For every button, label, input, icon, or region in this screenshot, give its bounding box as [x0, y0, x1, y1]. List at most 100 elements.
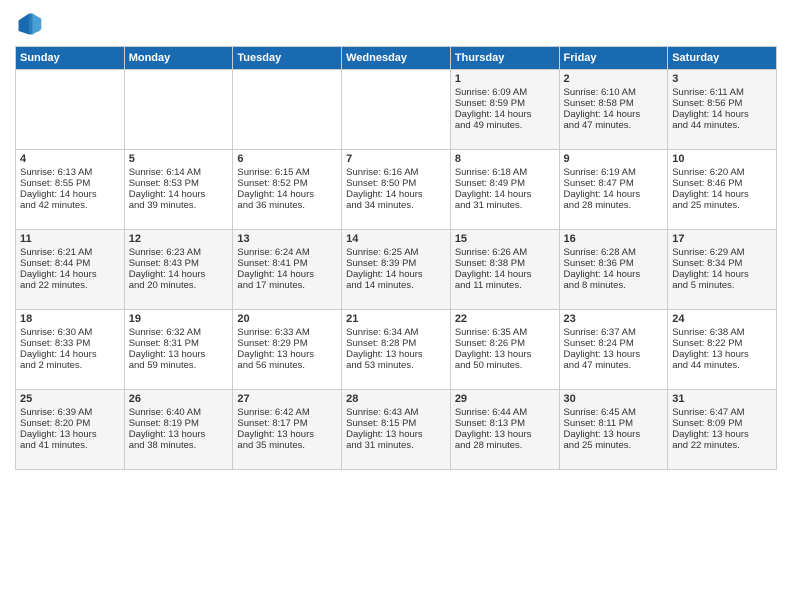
day-info: Daylight: 13 hours — [129, 429, 229, 440]
day-info: Daylight: 14 hours — [672, 269, 772, 280]
day-info: and 28 minutes. — [564, 200, 664, 211]
day-info: and 44 minutes. — [672, 360, 772, 371]
day-cell: 14Sunrise: 6:25 AMSunset: 8:39 PMDayligh… — [342, 230, 451, 310]
day-info: and 47 minutes. — [564, 120, 664, 131]
day-cell: 21Sunrise: 6:34 AMSunset: 8:28 PMDayligh… — [342, 310, 451, 390]
day-cell: 9Sunrise: 6:19 AMSunset: 8:47 PMDaylight… — [559, 150, 668, 230]
day-info: and 34 minutes. — [346, 200, 446, 211]
day-info: Sunrise: 6:29 AM — [672, 247, 772, 258]
col-monday: Monday — [124, 47, 233, 70]
day-info: Sunset: 8:20 PM — [20, 418, 120, 429]
day-info: and 11 minutes. — [455, 280, 555, 291]
day-info: Daylight: 13 hours — [455, 429, 555, 440]
day-info: Sunset: 8:49 PM — [455, 178, 555, 189]
day-info: and 20 minutes. — [129, 280, 229, 291]
day-info: Sunrise: 6:38 AM — [672, 327, 772, 338]
day-info: Sunrise: 6:09 AM — [455, 87, 555, 98]
day-info: Sunset: 8:47 PM — [564, 178, 664, 189]
day-info: Sunrise: 6:19 AM — [564, 167, 664, 178]
day-cell: 5Sunrise: 6:14 AMSunset: 8:53 PMDaylight… — [124, 150, 233, 230]
day-cell: 28Sunrise: 6:43 AMSunset: 8:15 PMDayligh… — [342, 390, 451, 470]
day-info: and 22 minutes. — [672, 440, 772, 451]
day-number: 27 — [237, 393, 337, 405]
day-info: Sunrise: 6:34 AM — [346, 327, 446, 338]
day-info: Sunrise: 6:44 AM — [455, 407, 555, 418]
day-info: Daylight: 14 hours — [346, 189, 446, 200]
day-info: and 25 minutes. — [672, 200, 772, 211]
day-info: Sunrise: 6:20 AM — [672, 167, 772, 178]
week-row-2: 4Sunrise: 6:13 AMSunset: 8:55 PMDaylight… — [16, 150, 777, 230]
day-info: Sunrise: 6:43 AM — [346, 407, 446, 418]
day-cell: 1Sunrise: 6:09 AMSunset: 8:59 PMDaylight… — [450, 70, 559, 150]
day-info: Sunset: 8:33 PM — [20, 338, 120, 349]
day-cell: 26Sunrise: 6:40 AMSunset: 8:19 PMDayligh… — [124, 390, 233, 470]
day-info: and 35 minutes. — [237, 440, 337, 451]
day-info: Sunrise: 6:15 AM — [237, 167, 337, 178]
day-info: Daylight: 13 hours — [129, 349, 229, 360]
week-row-3: 11Sunrise: 6:21 AMSunset: 8:44 PMDayligh… — [16, 230, 777, 310]
day-info: Sunset: 8:44 PM — [20, 258, 120, 269]
day-cell: 27Sunrise: 6:42 AMSunset: 8:17 PMDayligh… — [233, 390, 342, 470]
day-info: and 50 minutes. — [455, 360, 555, 371]
day-number: 5 — [129, 153, 229, 165]
day-info: Daylight: 13 hours — [672, 349, 772, 360]
day-info: Daylight: 13 hours — [20, 429, 120, 440]
day-number: 31 — [672, 393, 772, 405]
day-number: 20 — [237, 313, 337, 325]
day-cell: 30Sunrise: 6:45 AMSunset: 8:11 PMDayligh… — [559, 390, 668, 470]
day-cell: 18Sunrise: 6:30 AMSunset: 8:33 PMDayligh… — [16, 310, 125, 390]
day-number: 21 — [346, 313, 446, 325]
header-row: Sunday Monday Tuesday Wednesday Thursday… — [16, 47, 777, 70]
logo — [15, 10, 47, 38]
day-info: and 17 minutes. — [237, 280, 337, 291]
calendar-body: 1Sunrise: 6:09 AMSunset: 8:59 PMDaylight… — [16, 70, 777, 470]
day-info: Daylight: 14 hours — [455, 269, 555, 280]
day-info: and 28 minutes. — [455, 440, 555, 451]
day-info: Sunset: 8:26 PM — [455, 338, 555, 349]
day-info: Sunrise: 6:32 AM — [129, 327, 229, 338]
day-cell: 19Sunrise: 6:32 AMSunset: 8:31 PMDayligh… — [124, 310, 233, 390]
day-info: and 53 minutes. — [346, 360, 446, 371]
day-info: Sunrise: 6:23 AM — [129, 247, 229, 258]
day-info: Sunset: 8:13 PM — [455, 418, 555, 429]
day-info: Sunset: 8:31 PM — [129, 338, 229, 349]
day-info: Sunrise: 6:26 AM — [455, 247, 555, 258]
day-info: and 22 minutes. — [20, 280, 120, 291]
day-info: Daylight: 14 hours — [564, 269, 664, 280]
week-row-5: 25Sunrise: 6:39 AMSunset: 8:20 PMDayligh… — [16, 390, 777, 470]
day-cell — [342, 70, 451, 150]
day-number: 23 — [564, 313, 664, 325]
header — [15, 10, 777, 38]
day-info: Sunrise: 6:25 AM — [346, 247, 446, 258]
day-info: Sunset: 8:36 PM — [564, 258, 664, 269]
day-number: 8 — [455, 153, 555, 165]
day-info: Sunset: 8:58 PM — [564, 98, 664, 109]
day-info: Daylight: 14 hours — [237, 189, 337, 200]
day-info: Daylight: 14 hours — [455, 189, 555, 200]
day-cell — [16, 70, 125, 150]
day-number: 26 — [129, 393, 229, 405]
day-number: 30 — [564, 393, 664, 405]
day-info: and 5 minutes. — [672, 280, 772, 291]
day-number: 16 — [564, 233, 664, 245]
col-saturday: Saturday — [668, 47, 777, 70]
day-cell: 6Sunrise: 6:15 AMSunset: 8:52 PMDaylight… — [233, 150, 342, 230]
day-cell: 2Sunrise: 6:10 AMSunset: 8:58 PMDaylight… — [559, 70, 668, 150]
day-cell: 12Sunrise: 6:23 AMSunset: 8:43 PMDayligh… — [124, 230, 233, 310]
day-number: 6 — [237, 153, 337, 165]
col-friday: Friday — [559, 47, 668, 70]
day-info: Daylight: 14 hours — [672, 189, 772, 200]
day-info: and 14 minutes. — [346, 280, 446, 291]
day-info: Daylight: 14 hours — [20, 189, 120, 200]
day-info: Daylight: 14 hours — [20, 269, 120, 280]
page: Sunday Monday Tuesday Wednesday Thursday… — [0, 0, 792, 612]
day-number: 29 — [455, 393, 555, 405]
day-number: 11 — [20, 233, 120, 245]
day-info: Sunrise: 6:18 AM — [455, 167, 555, 178]
day-info: Sunrise: 6:40 AM — [129, 407, 229, 418]
day-info: Sunrise: 6:45 AM — [564, 407, 664, 418]
day-info: and 31 minutes. — [346, 440, 446, 451]
day-info: and 39 minutes. — [129, 200, 229, 211]
day-info: Daylight: 14 hours — [237, 269, 337, 280]
day-info: and 59 minutes. — [129, 360, 229, 371]
